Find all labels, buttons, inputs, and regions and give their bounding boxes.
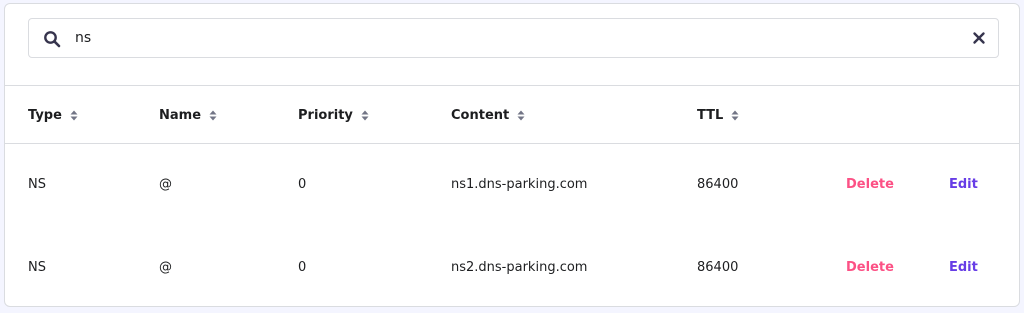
sort-icon <box>209 110 217 120</box>
column-header-content[interactable]: Content <box>451 86 525 144</box>
delete-button[interactable]: Delete <box>846 260 894 275</box>
column-header-name[interactable]: Name <box>159 86 217 144</box>
delete-button[interactable]: Delete <box>846 177 894 192</box>
column-header-label: Content <box>451 107 510 123</box>
cell-name: @ <box>159 260 172 275</box>
sort-icon <box>517 110 525 120</box>
search-box[interactable] <box>28 18 999 58</box>
cell-ttl: 86400 <box>697 177 739 192</box>
column-header-label: Priority <box>298 107 353 123</box>
table-header: Type Name Priority Content TTL <box>5 86 1019 144</box>
cell-priority: 0 <box>298 177 307 192</box>
cell-type: NS <box>28 260 46 275</box>
close-icon[interactable] <box>972 31 986 45</box>
cell-ttl: 86400 <box>697 260 739 275</box>
search-input[interactable] <box>75 19 955 57</box>
sort-icon <box>361 110 369 120</box>
column-header-ttl[interactable]: TTL <box>697 86 739 144</box>
table-row: NS @ 0 ns2.dns-parking.com 86400 Delete … <box>5 226 1019 306</box>
column-header-type[interactable]: Type <box>28 86 78 144</box>
dns-records-panel: Type Name Priority Content TTL NS @ 0 ns… <box>4 3 1020 307</box>
cell-priority: 0 <box>298 260 307 275</box>
column-header-priority[interactable]: Priority <box>298 86 369 144</box>
column-header-label: TTL <box>697 107 724 123</box>
edit-button[interactable]: Edit <box>949 177 978 192</box>
edit-button[interactable]: Edit <box>949 260 978 275</box>
search-icon <box>44 31 61 48</box>
sort-icon <box>70 110 78 120</box>
cell-type: NS <box>28 177 46 192</box>
search-area <box>5 4 1019 86</box>
cell-name: @ <box>159 177 172 192</box>
table-row: NS @ 0 ns1.dns-parking.com 86400 Delete … <box>5 143 1019 226</box>
cell-content: ns2.dns-parking.com <box>451 260 588 275</box>
column-header-label: Name <box>159 107 202 123</box>
column-header-label: Type <box>28 107 62 123</box>
cell-content: ns1.dns-parking.com <box>451 177 588 192</box>
sort-icon <box>731 110 739 120</box>
